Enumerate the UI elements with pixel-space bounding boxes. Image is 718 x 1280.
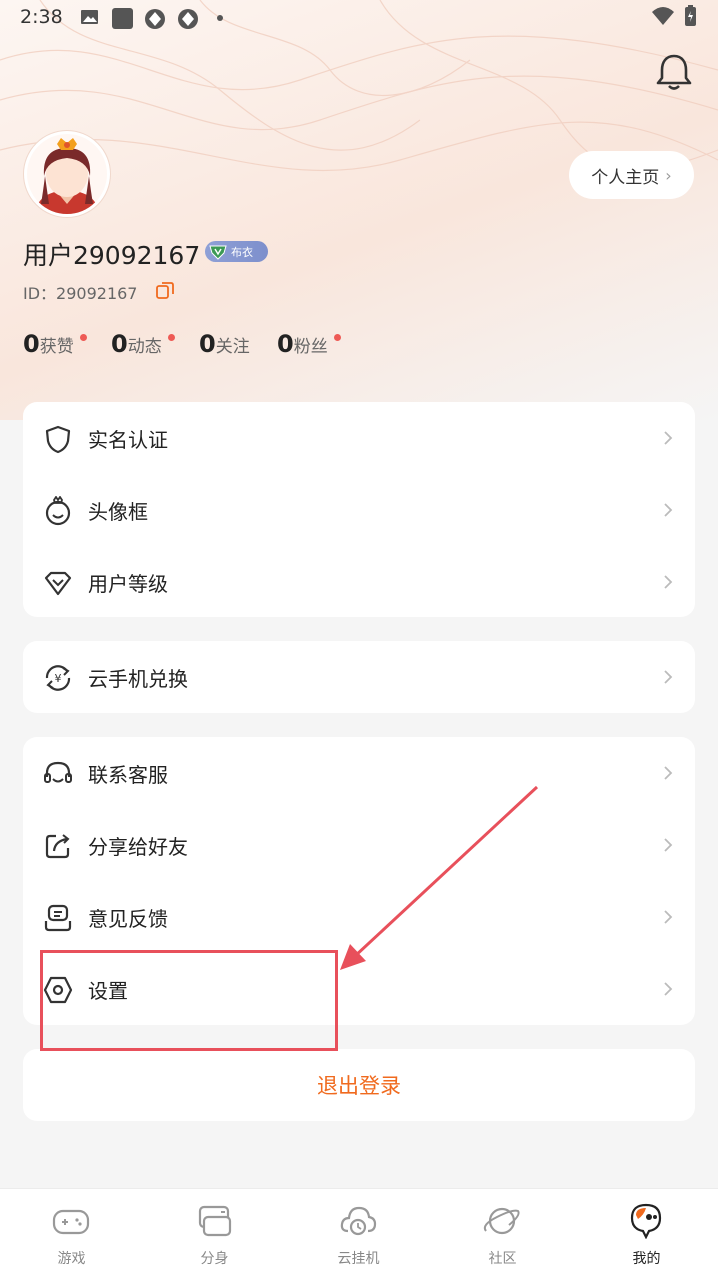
chevron-right-icon: ›	[665, 165, 672, 185]
image-notification-icon	[81, 10, 98, 24]
bottom-tab-bar: 游戏 分身 云挂机 社区 我的	[0, 1188, 718, 1280]
tab-cloud-hangup[interactable]: 云挂机	[287, 1189, 430, 1280]
support-menu-card: 联系客服 分享给好友 意见反馈 设置	[23, 737, 695, 1025]
avatar-character-icon	[27, 134, 107, 214]
level-badge[interactable]: 布衣	[205, 241, 268, 262]
stat-posts[interactable]: 0动态	[111, 330, 175, 358]
sync-notification-icon	[145, 9, 165, 29]
notification-dot	[80, 334, 87, 341]
tab-label: 云挂机	[337, 1251, 380, 1267]
notification-dot	[168, 334, 175, 341]
chevron-right-icon	[664, 982, 673, 996]
menu-contact-support[interactable]: 联系客服	[23, 737, 695, 809]
stat-followers[interactable]: 0粉丝	[277, 330, 341, 358]
menu-label: 联系客服	[88, 762, 168, 787]
copy-icon[interactable]	[155, 280, 175, 300]
level-shield-icon	[209, 245, 227, 260]
username: 用户29092167	[23, 241, 201, 270]
menu-label: 用户等级	[88, 571, 168, 596]
exchange-icon: ¥	[45, 665, 71, 691]
stat-posts-count: 0	[111, 330, 128, 358]
menu-label: 实名认证	[88, 427, 168, 452]
diamond-icon	[44, 571, 72, 596]
planet-icon	[483, 1207, 520, 1235]
header-background	[0, 0, 718, 420]
tab-label: 我的	[632, 1251, 661, 1267]
stat-following-label: 关注	[215, 337, 250, 357]
menu-label: 头像框	[88, 499, 148, 524]
avatar[interactable]	[24, 131, 110, 217]
menu-avatar-frame[interactable]: 头像框	[23, 474, 695, 546]
chevron-right-icon	[664, 766, 673, 780]
share-icon	[45, 834, 70, 859]
level-badge-label: 布衣	[231, 245, 253, 259]
contour-pattern	[0, 0, 718, 172]
tab-label: 社区	[488, 1251, 517, 1267]
cloud-exchange-card: ¥ 云手机兑换	[23, 641, 695, 713]
menu-label: 设置	[88, 978, 128, 1003]
stat-posts-label: 动态	[127, 337, 162, 357]
tab-clone[interactable]: 分身	[143, 1189, 286, 1280]
user-id: ID：29092167	[23, 284, 138, 303]
bell-icon[interactable]	[652, 50, 696, 94]
stat-following-count: 0	[199, 330, 216, 358]
menu-cloud-phone-exchange[interactable]: ¥ 云手机兑换	[23, 641, 695, 713]
settings-hexagon-icon	[43, 976, 73, 1004]
svg-text:¥: ¥	[55, 672, 62, 685]
menu-real-name-verification[interactable]: 实名认证	[23, 402, 695, 474]
menu-label: 意见反馈	[88, 906, 168, 931]
chevron-right-icon	[664, 503, 673, 517]
logout-button[interactable]: 退出登录	[23, 1049, 695, 1121]
menu-feedback[interactable]: 意见反馈	[23, 881, 695, 953]
battery-icon	[685, 5, 696, 26]
chevron-right-icon	[664, 670, 673, 684]
menu-settings[interactable]: 设置	[23, 953, 695, 1025]
stat-likes-label: 获赞	[39, 337, 74, 357]
personal-homepage-button[interactable]: 个人主页 ›	[569, 151, 694, 199]
chevron-right-icon	[664, 910, 673, 924]
tab-mine[interactable]: 我的	[575, 1189, 718, 1280]
notification-dot	[334, 334, 341, 341]
shield-icon	[45, 425, 71, 454]
stat-likes-count: 0	[23, 330, 40, 358]
avatar-frame-icon	[45, 496, 71, 526]
mascot-icon	[630, 1203, 662, 1239]
cloud-clock-icon	[340, 1206, 377, 1236]
tab-label: 游戏	[57, 1251, 86, 1267]
stat-following[interactable]: 0关注	[199, 330, 250, 358]
chevron-right-icon	[664, 575, 673, 589]
stat-followers-label: 粉丝	[293, 337, 328, 357]
wifi-icon	[652, 7, 674, 25]
sync-notification-icon-2	[178, 9, 198, 29]
account-menu-card: 实名认证 头像框 用户等级	[23, 402, 695, 617]
status-time: 2:38	[20, 6, 63, 28]
tab-label: 分身	[200, 1251, 229, 1267]
app-notification-icon	[112, 8, 133, 29]
headset-icon	[44, 761, 72, 783]
more-notifications-dot-icon	[217, 15, 223, 21]
personal-homepage-label: 个人主页	[591, 167, 660, 188]
chevron-right-icon	[664, 431, 673, 445]
chevron-right-icon	[664, 838, 673, 852]
gamepad-icon	[52, 1209, 90, 1235]
menu-label: 分享给好友	[88, 834, 188, 859]
menu-user-level[interactable]: 用户等级	[23, 546, 695, 618]
status-bar: 2:38	[0, 0, 718, 36]
menu-label: 云手机兑换	[88, 666, 188, 691]
stat-followers-count: 0	[277, 330, 294, 358]
clone-icon	[198, 1205, 232, 1237]
stat-likes[interactable]: 0获赞	[23, 330, 87, 358]
tab-community[interactable]: 社区	[431, 1189, 574, 1280]
feedback-icon	[44, 904, 72, 932]
tab-games[interactable]: 游戏	[0, 1189, 143, 1280]
menu-share-friends[interactable]: 分享给好友	[23, 809, 695, 881]
